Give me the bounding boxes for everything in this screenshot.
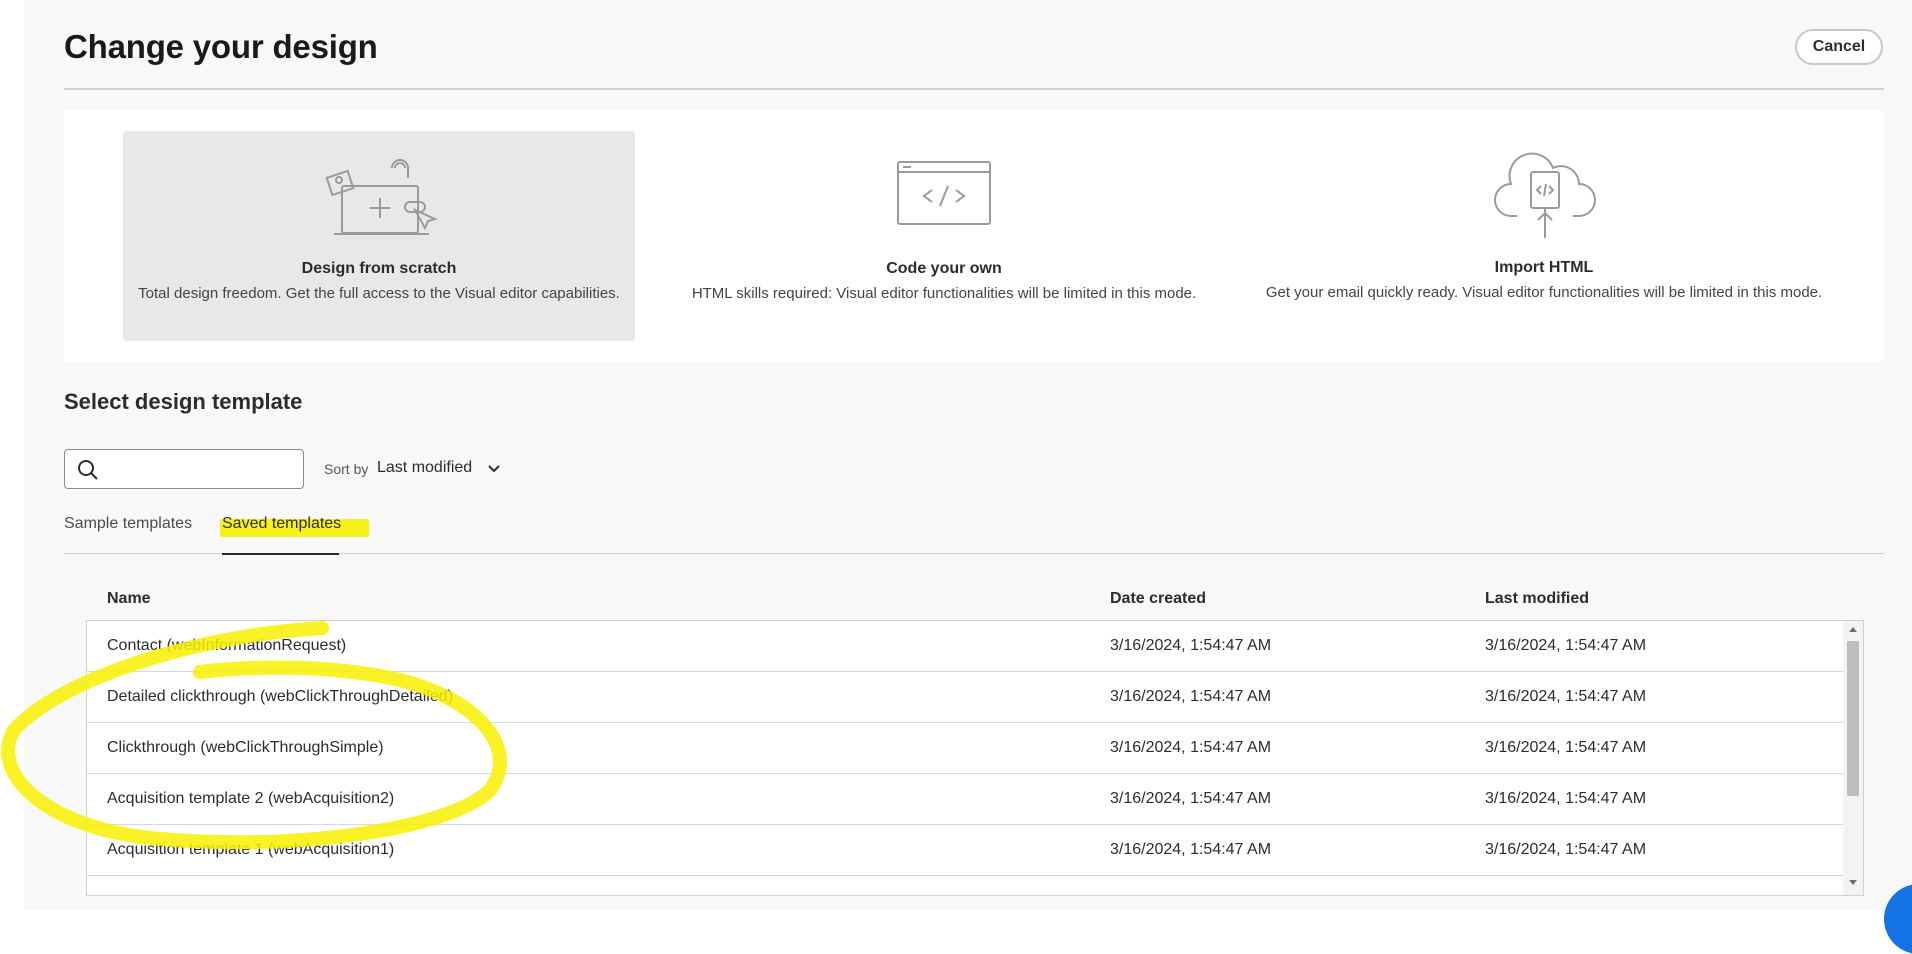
option-design-from-scratch[interactable]: Design from scratch Total design freedom… <box>123 131 635 341</box>
option-description: HTML skills required: Visual editor func… <box>691 285 1197 302</box>
scroll-down-icon[interactable] <box>1848 879 1858 887</box>
page-title: Change your design <box>64 28 378 65</box>
code-window-illustration-icon <box>897 161 991 225</box>
cell-last-modified: 3/16/2024, 1:54:47 AM <box>1485 841 1647 858</box>
search-input[interactable] <box>105 454 299 486</box>
sort-dropdown[interactable]: Last modified <box>377 459 472 477</box>
templates-table: Contact (webInformationRequest) 3/16/202… <box>86 620 1864 896</box>
cell-last-modified: 3/16/2024, 1:54:47 AM <box>1485 688 1647 705</box>
cell-name: Clickthrough (webClickThroughSimple) <box>107 739 384 756</box>
table-row[interactable]: Clickthrough (webClickThroughSimple) 3/1… <box>87 723 1843 774</box>
search-icon <box>78 460 98 480</box>
cell-last-modified: 3/16/2024, 1:54:47 AM <box>1485 739 1647 756</box>
option-description: Total design freedom. Get the full acces… <box>138 285 620 302</box>
column-header-date-created[interactable]: Date created <box>1110 590 1206 608</box>
cell-name: Detailed clickthrough (webClickThroughDe… <box>107 688 453 705</box>
column-header-last-modified[interactable]: Last modified <box>1485 590 1589 608</box>
option-title: Design from scratch <box>301 260 457 277</box>
table-row[interactable]: Acquisition template 1 (webAcquisition1)… <box>87 825 1843 876</box>
option-title: Code your own <box>886 260 1002 277</box>
chevron-down-icon[interactable] <box>487 464 501 474</box>
scroll-up-icon[interactable] <box>1848 625 1858 633</box>
cell-name: Acquisition template 2 (webAcquisition2) <box>107 790 395 807</box>
option-title: Import HTML <box>1494 259 1594 276</box>
cell-name: Acquisition template 1 (webAcquisition1) <box>107 841 395 858</box>
table-scrollbar[interactable] <box>1843 621 1863 895</box>
change-design-panel: Change your design Cancel Design from sc… <box>24 0 1912 954</box>
tab-saved-templates[interactable]: Saved templates <box>222 515 341 533</box>
cell-name: Contact (webInformationRequest) <box>107 637 347 654</box>
header-divider <box>64 88 1884 90</box>
table-row[interactable]: Acquisition template 2 (webAcquisition2)… <box>87 774 1843 825</box>
sort-label: Sort by <box>324 461 369 477</box>
cloud-upload-illustration-icon <box>1494 152 1596 238</box>
option-code-your-own[interactable]: Code your own HTML skills required: Visu… <box>664 131 1224 341</box>
template-search[interactable] <box>64 449 304 489</box>
column-header-name[interactable]: Name <box>107 590 151 608</box>
cell-last-modified: 3/16/2024, 1:54:47 AM <box>1485 637 1647 654</box>
tab-sample-templates[interactable]: Sample templates <box>64 515 192 533</box>
table-row[interactable]: Detailed clickthrough (webClickThroughDe… <box>87 672 1843 723</box>
option-import-html[interactable]: Import HTML Get your email quickly ready… <box>1244 131 1844 341</box>
scroll-thumb[interactable] <box>1847 641 1859 796</box>
cell-date-created: 3/16/2024, 1:54:47 AM <box>1110 637 1272 654</box>
cell-date-created: 3/16/2024, 1:54:47 AM <box>1110 688 1272 705</box>
cell-last-modified: 3/16/2024, 1:54:47 AM <box>1485 790 1647 807</box>
table-row[interactable]: Contact (webInformationRequest) 3/16/202… <box>87 621 1843 672</box>
active-tab-indicator <box>222 553 339 555</box>
cell-date-created: 3/16/2024, 1:54:47 AM <box>1110 841 1272 858</box>
design-scratch-illustration-icon <box>325 159 438 235</box>
help-button[interactable] <box>1884 884 1912 954</box>
cell-date-created: 3/16/2024, 1:54:47 AM <box>1110 739 1272 756</box>
cancel-button[interactable]: Cancel <box>1795 29 1883 65</box>
cell-date-created: 3/16/2024, 1:54:47 AM <box>1110 790 1272 807</box>
design-options: Design from scratch Total design freedom… <box>64 111 1884 361</box>
section-title: Select design template <box>64 389 303 414</box>
option-description: Get your email quickly ready. Visual edi… <box>1265 284 1823 301</box>
